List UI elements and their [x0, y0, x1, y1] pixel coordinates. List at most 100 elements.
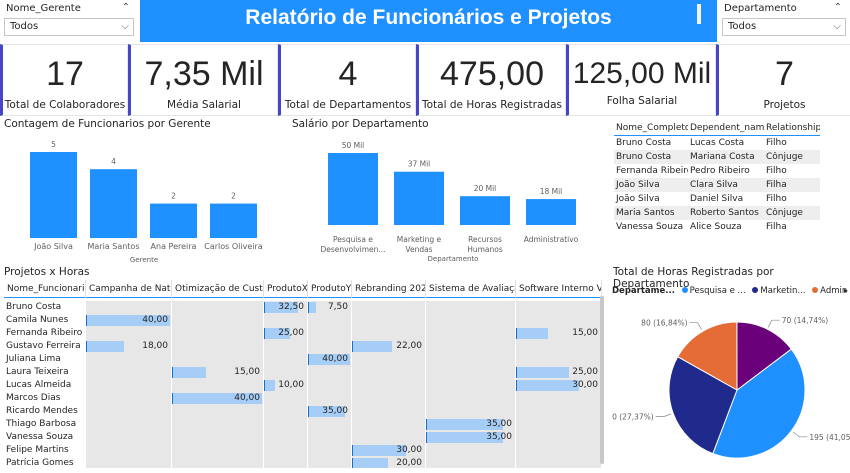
bar[interactable] — [30, 152, 77, 238]
x-axis-title: Gerente — [130, 256, 158, 264]
bar[interactable] — [210, 203, 257, 238]
matrix-cell — [516, 340, 602, 353]
column-header[interactable]: Nome_Completo — [614, 120, 688, 135]
gerente-bar-chart: 5 João Silva 4 Maria Santos 2 Ana Pereira 2 Car… — [30, 140, 263, 264]
matrix-row: Thiago Barbosa 35,00 — [4, 418, 602, 431]
header-scrollbar[interactable] — [697, 4, 701, 24]
row-header[interactable]: Nome_Funcionario — [4, 280, 86, 298]
matrix-cell — [172, 379, 264, 392]
cell-value: 10,00 — [278, 380, 304, 390]
column-header[interactable]: Campanha de Natal — [86, 280, 172, 298]
column-header[interactable]: Rebranding 2025 — [352, 280, 426, 298]
category-label: Ana Pereira — [151, 242, 197, 251]
cell-value: 40,00 — [234, 393, 260, 403]
bar[interactable] — [90, 169, 137, 238]
column-header[interactable]: ProdutoX — [264, 280, 308, 298]
matrix-scrollbar[interactable] — [600, 296, 604, 464]
kpi-card-colaboradores: 17 Total de Colaboradores — [0, 44, 128, 116]
gerente-dropdown-value: Todos — [10, 21, 39, 32]
category-label: Humanos — [467, 245, 503, 254]
matrix-cell: 32,50 — [264, 301, 308, 314]
matrix-cell: 22,00 — [352, 340, 426, 353]
matrix-cell — [426, 301, 516, 314]
gerente-dropdown[interactable]: Todos ⌵ — [4, 18, 134, 36]
matrix-cell — [172, 444, 264, 457]
category-label: Pesquisa e — [333, 235, 373, 244]
category-label: Vendas — [405, 245, 432, 254]
matrix-title: Projetos x Horas — [4, 266, 90, 278]
bar[interactable] — [328, 153, 378, 225]
matrix-cell — [426, 327, 516, 340]
kpi-label: Média Salarial — [167, 99, 241, 111]
category-label: Administrativo — [524, 235, 579, 244]
bar[interactable] — [394, 171, 444, 225]
kpi-card-media-salarial: 7,35 Mil Média Salarial — [128, 44, 278, 116]
slicer-collapse-icon[interactable]: ⌃ — [122, 2, 130, 13]
column-header[interactable]: ProdutoY — [308, 280, 352, 298]
matrix-cell — [352, 301, 426, 314]
matrix-cell — [308, 314, 352, 327]
matrix-cell — [516, 353, 602, 366]
kpi-value: 7,35 Mil — [144, 55, 264, 93]
employee-name: Felipe Martins — [6, 445, 69, 455]
table-cell: Maria Santos — [616, 208, 675, 218]
matrix-cell — [172, 340, 264, 353]
matrix-cell — [352, 327, 426, 340]
matrix-cell — [426, 314, 516, 327]
pie-legend: Departame... Pesquisa e ... Marketin... … — [612, 286, 848, 298]
matrix-cell: 18,00 — [86, 340, 172, 353]
table-body: Bruno Costa Lucas Costa Filho Bruno Costa Ma… — [614, 136, 820, 234]
legend-item[interactable]: Pesquisa e ... — [690, 286, 746, 296]
bar[interactable] — [460, 196, 510, 225]
matrix-cell — [264, 418, 308, 431]
legend-title: Departame... — [612, 286, 675, 296]
slicer-collapse-icon[interactable]: ⌃ — [834, 2, 842, 13]
kpi-card-projetos: 7 Projetos — [716, 44, 850, 116]
column-header[interactable]: Relationship — [764, 120, 820, 135]
legend-next-icon[interactable]: ▸ — [844, 286, 848, 295]
kpi-label: Total de Colaboradores — [4, 99, 126, 111]
matrix-cell — [426, 379, 516, 392]
bar[interactable] — [150, 203, 197, 238]
matrix-cell — [308, 340, 352, 353]
matrix-cell — [516, 405, 602, 418]
legend-dot — [752, 287, 759, 293]
column-header[interactable]: Dependent_name — [688, 120, 764, 135]
cell-value: 35,00 — [322, 406, 348, 416]
matrix-cell — [264, 431, 308, 444]
chevron-down-icon[interactable]: ⌵ — [833, 21, 841, 32]
kpi-value: 475,00 — [440, 55, 544, 93]
matrix-cell — [172, 353, 264, 366]
column-header[interactable]: Otimização de Custos — [172, 280, 264, 298]
kpi-label: Total de Departamentos — [284, 99, 412, 111]
matrix-cell — [308, 327, 352, 340]
leader-line — [689, 322, 702, 330]
employee-name: Juliana Lima — [6, 354, 61, 364]
slicer-gerente: Nome_Gerente ⌃ Todos ⌵ — [0, 0, 138, 42]
column-header[interactable]: Sistema de Avaliação — [426, 280, 516, 298]
table-cell: Bruno Costa — [616, 152, 672, 162]
data-bar — [352, 458, 388, 468]
matrix-cell — [172, 405, 264, 418]
page-title: Relatório de Funcionários e Projetos — [245, 6, 612, 29]
matrix-row: Gustavo Ferreira 18,00 22,00 — [4, 340, 602, 353]
departamento-dropdown[interactable]: Todos ⌵ — [722, 18, 846, 36]
matrix-row: Lucas Almeida 10,00 30,00 — [4, 379, 602, 392]
matrix-row: Juliana Lima 40,00 — [4, 353, 602, 366]
table-row: Fernanda Ribeiro Pedro Ribeiro Filho — [614, 164, 820, 178]
matrix-cell — [86, 392, 172, 405]
employee-name: Camila Nunes — [6, 315, 69, 325]
matrix-cell — [308, 379, 352, 392]
kpi-label: Folha Salarial — [606, 95, 678, 107]
column-header[interactable]: Software Interno V2 — [516, 280, 602, 298]
matrix-cell: 15,00 — [516, 327, 602, 340]
matrix-cell — [264, 444, 308, 457]
salario-chart-title: Salário por Departamento — [292, 118, 429, 130]
legend-item[interactable]: Marketin... — [760, 286, 805, 296]
kpi-value: 4 — [338, 55, 358, 93]
matrix-cell — [516, 418, 602, 431]
chevron-down-icon[interactable]: ⌵ — [121, 21, 129, 32]
table-cell: Cônjuge — [766, 152, 803, 162]
cell-value: 25,00 — [572, 367, 598, 377]
bar[interactable] — [526, 199, 576, 225]
